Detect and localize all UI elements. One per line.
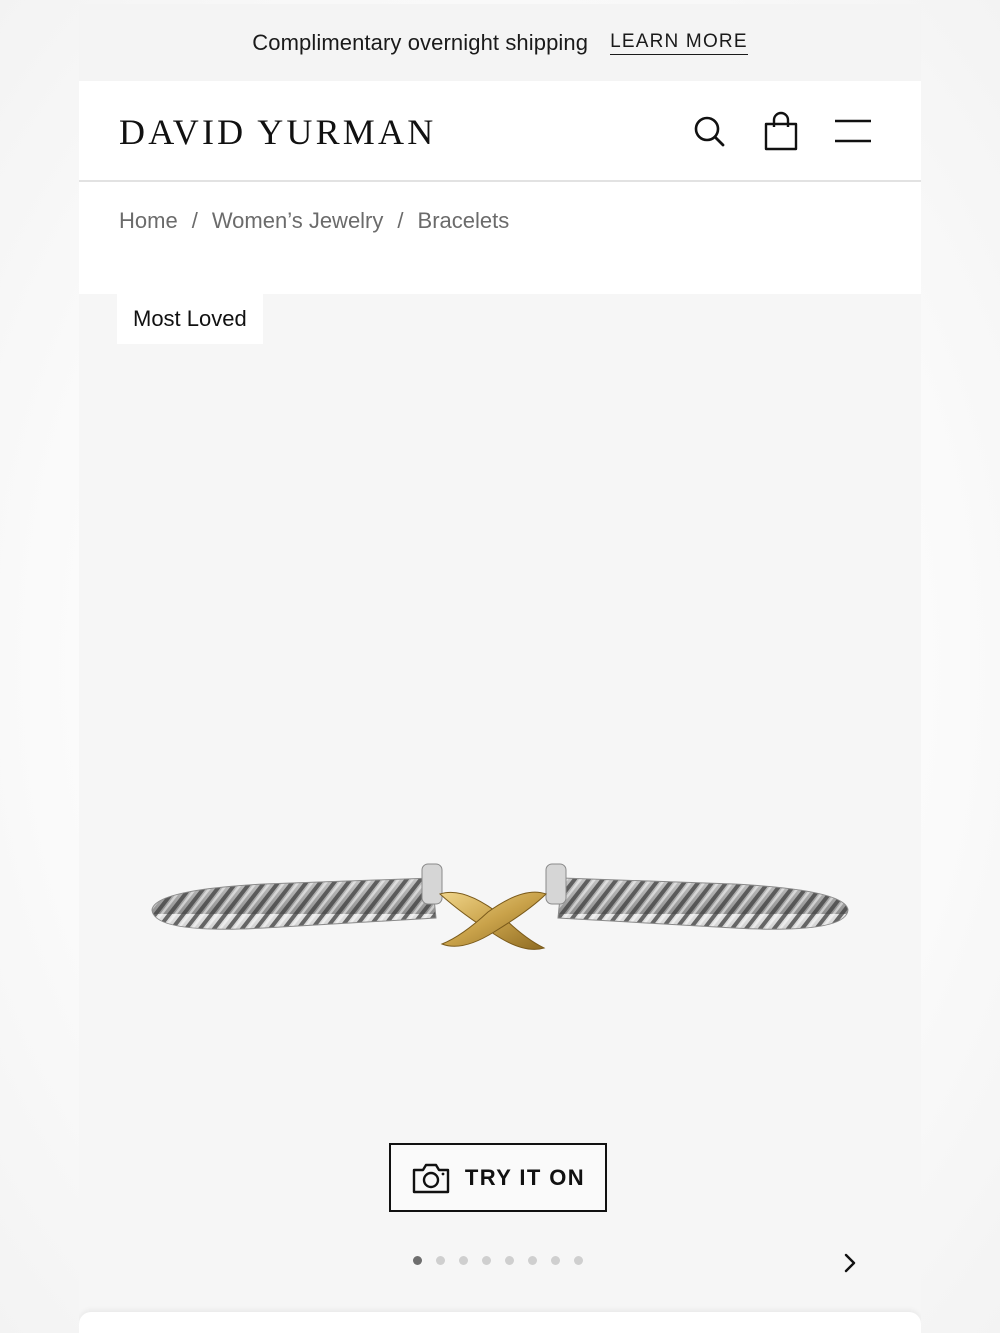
shopping-bag-icon[interactable] <box>761 111 801 151</box>
breadcrumb-separator: / <box>191 208 198 233</box>
carousel-dot[interactable] <box>459 1256 468 1265</box>
chevron-right-icon[interactable] <box>839 1252 861 1274</box>
page: Complimentary overnight shipping LEARN M… <box>0 0 1000 1333</box>
carousel-dot[interactable] <box>413 1256 422 1265</box>
product-gallery[interactable]: Most Loved TRY IT ON <box>79 294 921 1312</box>
breadcrumb-womens-jewelry[interactable]: Women’s Jewelry <box>212 208 384 234</box>
carousel-dot[interactable] <box>482 1256 491 1265</box>
breadcrumb: Home / Women’s Jewelry / Bracelets <box>79 182 921 294</box>
breadcrumb-bracelets[interactable]: Bracelets <box>418 208 510 234</box>
brand-logo[interactable]: DAVID YURMAN <box>119 111 436 153</box>
product-details-card <box>79 1312 921 1333</box>
product-image-bracelet[interactable] <box>144 854 856 974</box>
carousel-dot[interactable] <box>574 1256 583 1265</box>
breadcrumb-home[interactable]: Home <box>119 208 178 234</box>
carousel-dot[interactable] <box>436 1256 445 1265</box>
promo-text: Complimentary overnight shipping <box>252 29 589 55</box>
breadcrumb-separator: / <box>397 208 404 233</box>
search-icon[interactable] <box>689 111 729 151</box>
carousel-dot[interactable] <box>505 1256 514 1265</box>
carousel-dot[interactable] <box>528 1256 537 1265</box>
carousel-pagination <box>413 1256 597 1265</box>
try-it-on-label: TRY IT ON <box>464 1164 586 1190</box>
menu-icon[interactable] <box>833 111 873 151</box>
try-it-on-button[interactable]: TRY IT ON <box>389 1143 607 1212</box>
carousel-dot[interactable] <box>551 1256 560 1265</box>
promo-banner: Complimentary overnight shipping LEARN M… <box>79 4 921 81</box>
camera-icon <box>412 1163 450 1193</box>
mobile-viewport: Complimentary overnight shipping LEARN M… <box>79 4 921 1333</box>
learn-more-link[interactable]: LEARN MORE <box>610 31 748 55</box>
most-loved-badge: Most Loved <box>117 294 263 344</box>
site-header: DAVID YURMAN <box>79 81 921 182</box>
